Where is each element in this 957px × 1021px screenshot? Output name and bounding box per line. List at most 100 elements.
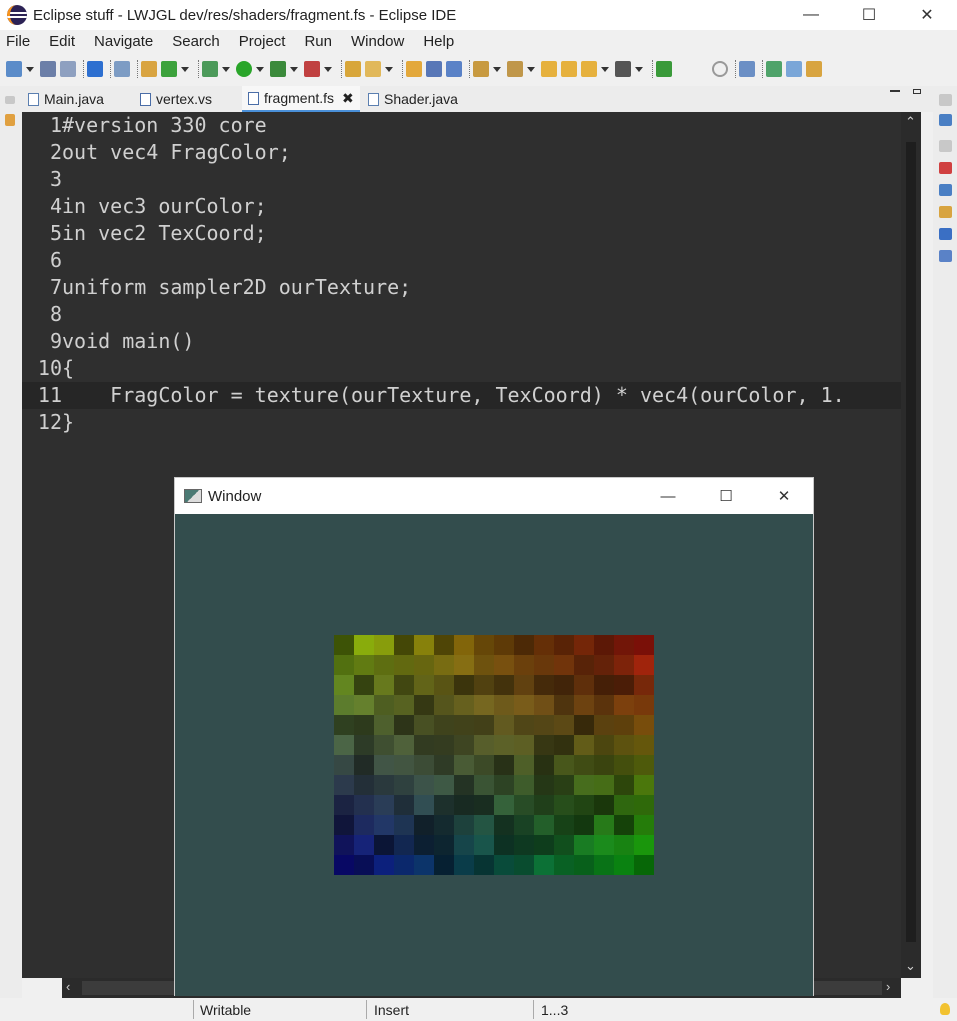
render-window-close-button[interactable]: ✕ (755, 478, 813, 514)
chevron-down-icon[interactable] (222, 66, 230, 72)
chevron-down-icon[interactable] (324, 66, 332, 72)
texture-texel (514, 755, 535, 776)
package-explorer-icon[interactable] (5, 114, 15, 126)
scroll-left-icon[interactable]: ‹ (66, 979, 70, 994)
previous-annotation-icon[interactable] (507, 61, 523, 77)
texture-texel (594, 855, 615, 875)
texture-texel (474, 775, 495, 796)
menu-file[interactable]: File (6, 33, 30, 50)
show-whitespace-icon[interactable] (446, 61, 462, 77)
run-icon[interactable] (236, 61, 252, 77)
render-canvas[interactable] (175, 514, 813, 996)
debug-icon[interactable] (202, 61, 218, 77)
javadoc-icon[interactable] (939, 184, 952, 196)
declaration-icon[interactable] (939, 206, 952, 218)
texture-texel (614, 815, 635, 836)
texture-texel (594, 835, 615, 856)
vertical-scrollbar[interactable]: ⌃ ⌄ (901, 112, 921, 978)
console-icon[interactable] (87, 61, 103, 77)
new-project-icon[interactable] (141, 61, 157, 77)
menu-navigate[interactable]: Navigate (94, 33, 153, 50)
texture-texel (614, 775, 635, 796)
texture-texel (414, 695, 435, 716)
tip-lightbulb-icon[interactable] (940, 1003, 950, 1015)
menu-search[interactable]: Search (172, 33, 220, 50)
skip-breakpoints-icon[interactable] (114, 61, 130, 77)
open-type-icon[interactable] (345, 61, 361, 77)
render-window-minimize-button[interactable]: — (639, 478, 697, 514)
debug-perspective-icon[interactable] (766, 61, 782, 77)
tab-main-java[interactable]: Main.java (28, 86, 104, 112)
scroll-up-icon[interactable]: ⌃ (905, 114, 916, 130)
pin-editor-icon[interactable] (656, 61, 672, 77)
minimize-button[interactable]: — (782, 0, 840, 30)
chevron-down-icon[interactable] (527, 66, 535, 72)
save-icon[interactable] (40, 61, 56, 77)
menu-project[interactable]: Project (239, 33, 286, 50)
close-button[interactable]: ✕ (898, 0, 956, 30)
tab-vertex-vs[interactable]: vertex.vs (140, 86, 212, 112)
tab-fragment-fs[interactable]: fragment.fs ✖ (242, 86, 360, 112)
chevron-down-icon[interactable] (256, 66, 264, 72)
search-icon[interactable] (712, 61, 728, 77)
console-view-icon[interactable] (939, 228, 952, 240)
coverage-icon[interactable] (270, 61, 286, 77)
texture-texel (634, 855, 654, 875)
resource-perspective-icon[interactable] (806, 61, 822, 77)
left-trim (0, 86, 22, 998)
texture-texel (334, 695, 355, 716)
open-resource-icon[interactable] (365, 61, 381, 77)
texture-texel (594, 635, 615, 656)
perspective-icon[interactable] (739, 61, 755, 77)
java-perspective-icon[interactable] (786, 61, 802, 77)
restore-icon[interactable] (939, 94, 952, 106)
scroll-down-icon[interactable]: ⌄ (905, 958, 916, 974)
tab-shader-java[interactable]: Shader.java (368, 86, 458, 112)
refresh-icon[interactable] (161, 61, 177, 77)
problems-icon[interactable] (939, 162, 952, 174)
render-window-titlebar[interactable]: Window — ☐ ✕ (175, 478, 813, 514)
texture-texel (474, 795, 495, 816)
scroll-right-icon[interactable]: › (886, 979, 890, 994)
chevron-down-icon[interactable] (26, 66, 34, 72)
menu-help[interactable]: Help (423, 33, 454, 50)
outline-view-icon[interactable] (939, 114, 952, 126)
texture-texel (534, 695, 555, 716)
forward-edit-icon[interactable] (561, 61, 577, 77)
render-window-maximize-button[interactable]: ☐ (697, 478, 755, 514)
close-tab-icon[interactable]: ✖ (342, 90, 354, 107)
save-all-icon[interactable] (60, 61, 76, 77)
texture-texel (514, 835, 535, 856)
chevron-down-icon[interactable] (601, 66, 609, 72)
menu-edit[interactable]: Edit (49, 33, 75, 50)
maximize-button[interactable]: ☐ (840, 0, 898, 30)
last-edit-icon[interactable] (541, 61, 557, 77)
menu-run[interactable]: Run (304, 33, 332, 50)
restore-icon[interactable] (5, 96, 15, 104)
progress-icon[interactable] (939, 250, 952, 262)
toolbar-separator (198, 60, 199, 78)
texture-texel (494, 635, 515, 656)
chevron-down-icon[interactable] (290, 66, 298, 72)
back-icon[interactable] (581, 61, 597, 77)
maximize-view-icon[interactable] (913, 89, 921, 94)
scroll-thumb[interactable] (906, 142, 916, 942)
chevron-down-icon[interactable] (181, 66, 189, 72)
external-tools-icon[interactable] (304, 61, 320, 77)
task-icon[interactable] (406, 61, 422, 77)
restore-icon[interactable] (939, 140, 952, 152)
forward-icon[interactable] (615, 61, 631, 77)
code-line: 12} (37, 410, 75, 434)
texture-texel (354, 715, 375, 736)
next-annotation-icon[interactable] (473, 61, 489, 77)
texture-texel (394, 775, 415, 796)
chevron-down-icon[interactable] (385, 66, 393, 72)
chevron-down-icon[interactable] (635, 66, 643, 72)
new-icon[interactable] (6, 61, 22, 77)
toolbar-separator (137, 60, 138, 78)
menu-window[interactable]: Window (351, 33, 404, 50)
chevron-down-icon[interactable] (493, 66, 501, 72)
texture-texel (414, 855, 435, 875)
minimize-view-icon[interactable] (890, 90, 900, 92)
outline-icon[interactable] (426, 61, 442, 77)
